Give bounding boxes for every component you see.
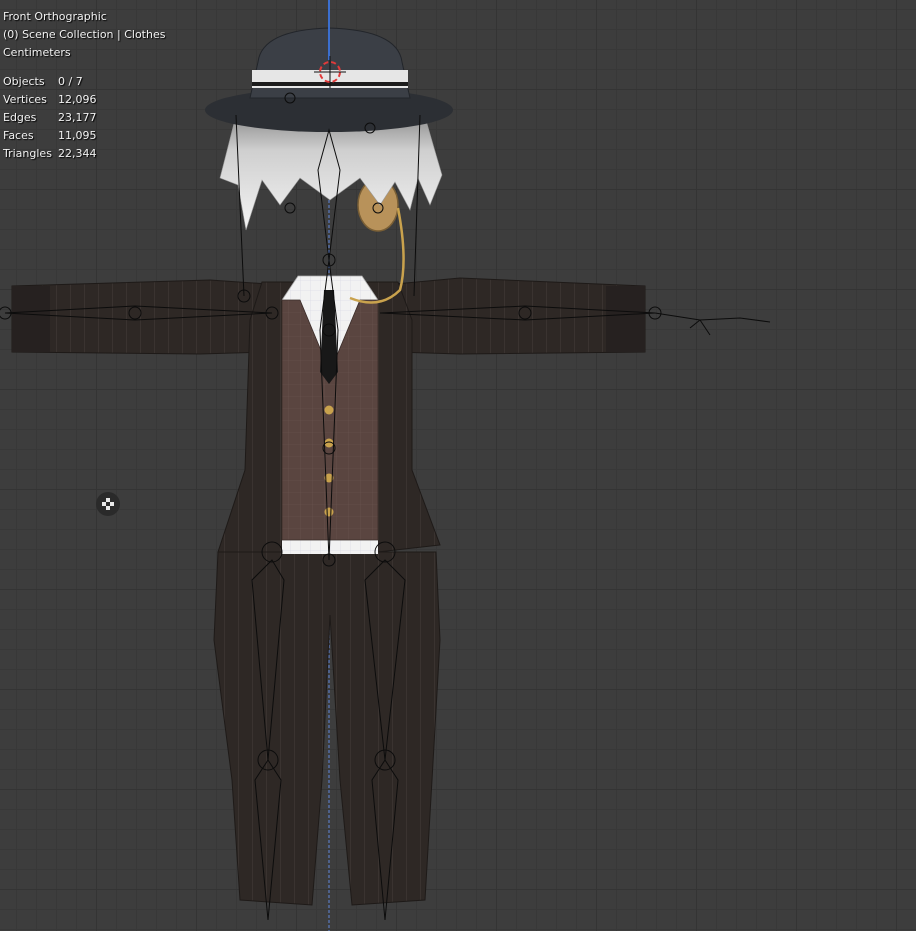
trousers	[213, 551, 441, 906]
collection-label: (0) Scene Collection | Clothes	[3, 28, 166, 41]
scene-statistics: Objects 0 / 7 Vertices 12,096 Edges 23,1…	[3, 73, 165, 163]
stat-row-edges: Edges 23,177	[3, 111, 97, 124]
camera-toggle-icon[interactable]	[96, 492, 120, 516]
3d-viewport[interactable]: Front Orthographic (0) Scene Collection …	[0, 0, 916, 931]
stat-row-triangles: Triangles 22,344	[3, 147, 97, 160]
stat-row-vertices: Vertices 12,096	[3, 93, 97, 106]
viewport-info-overlay: Front Orthographic (0) Scene Collection …	[3, 8, 165, 163]
units-label: Centimeters	[3, 46, 71, 59]
stat-row-faces: Faces 11,095	[3, 129, 97, 142]
view-name: Front Orthographic	[3, 10, 107, 23]
stat-row-objects: Objects 0 / 7	[3, 75, 83, 88]
